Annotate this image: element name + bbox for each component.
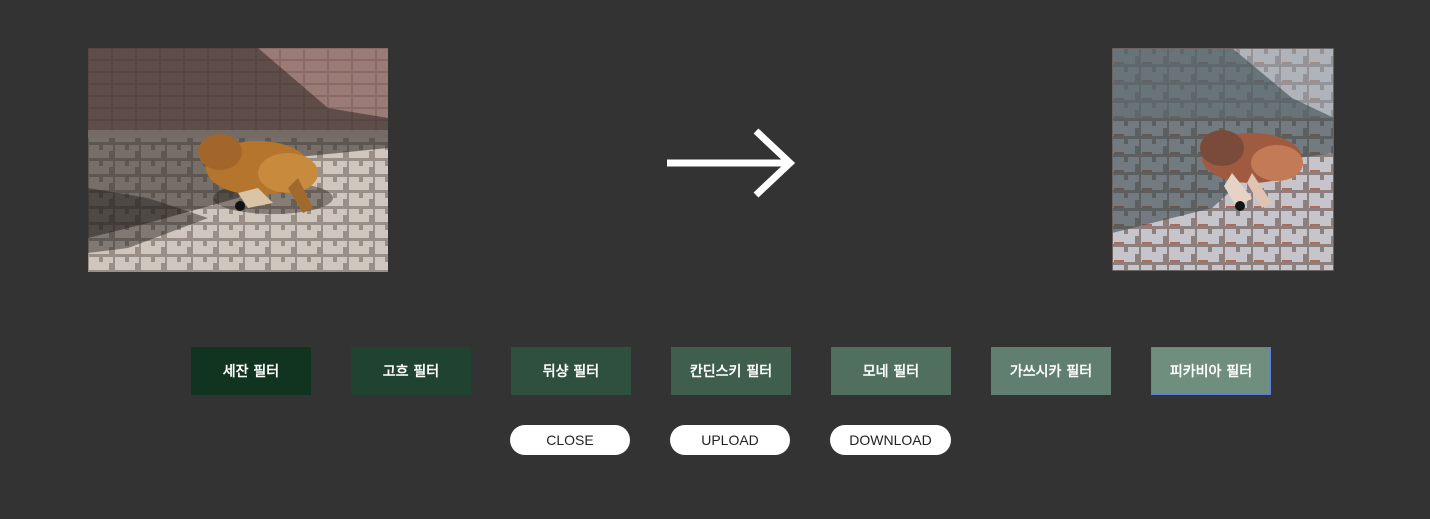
filter-button-monet[interactable]: 모네 필터 [831,347,951,395]
filter-button-label: 고흐 필터 [382,364,440,380]
filter-button-kandinsky[interactable]: 칸딘스키 필터 [671,347,791,395]
upload-button-label: UPLOAD [701,432,759,448]
close-button-label: CLOSE [546,432,594,448]
filter-button-label: 가쓰시카 필터 [1009,364,1093,380]
download-button-label: DOWNLOAD [849,432,932,448]
source-image [88,48,388,272]
filter-button-label: 뒤샹 필터 [542,364,600,380]
filter-button-picabia[interactable]: 피카비아 필터 [1151,347,1271,395]
upload-button[interactable]: UPLOAD [670,425,790,455]
filter-button-katsushika[interactable]: 가쓰시카 필터 [991,347,1111,395]
style-transfer-stage: 세잔 필터 고흐 필터 뒤샹 필터 칸딘스키 필터 모네 필터 가쓰시카 필터 … [0,0,1430,519]
filter-button-cezanne[interactable]: 세잔 필터 [191,347,311,395]
filter-button-gogh[interactable]: 고흐 필터 [351,347,471,395]
filter-button-label: 피카비아 필터 [1169,364,1253,380]
filter-button-duchamp[interactable]: 뒤샹 필터 [511,347,631,395]
filter-button-label: 칸딘스키 필터 [689,364,773,380]
arrow-right-icon [667,128,796,198]
filter-button-label: 세잔 필터 [222,364,280,380]
close-button[interactable]: CLOSE [510,425,630,455]
filter-button-label: 모네 필터 [862,364,920,380]
result-image [1112,48,1334,271]
download-button[interactable]: DOWNLOAD [830,425,951,455]
